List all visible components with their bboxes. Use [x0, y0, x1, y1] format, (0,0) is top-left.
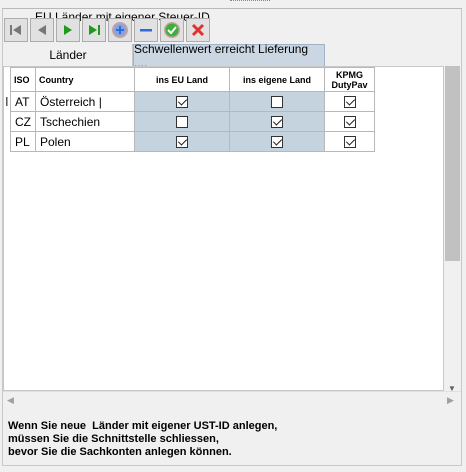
note-line-2: müssen Sie die Schnittstelle schliessen, [8, 433, 219, 445]
checkbox-kpmg[interactable] [343, 115, 356, 128]
header-kpmg-line1: KPMG [336, 69, 363, 80]
cell-ins-eigene-land[interactable] [229, 111, 325, 132]
insert-record-button[interactable] [108, 18, 132, 42]
countries-table: ISO Country ins EU Land ins eigene Land … [10, 67, 375, 152]
checkbox-kpmg[interactable] [343, 95, 356, 108]
cell-kpmg[interactable] [324, 111, 375, 132]
note-line-1: Wenn Sie neue Länder mit eigener UST-ID … [8, 420, 278, 432]
header-ins-eigene-land[interactable]: ins eigene Land [229, 67, 325, 92]
window-grip [230, 0, 270, 4]
cell-country-text: Österreich [40, 94, 96, 109]
table-row[interactable]: CZ Tschechien [10, 111, 375, 132]
check-icon [164, 22, 180, 38]
checkbox-ins-eu-land[interactable] [176, 95, 188, 108]
cell-ins-eu-land[interactable] [134, 131, 230, 152]
last-record-button[interactable] [82, 18, 106, 42]
cell-ins-eu-land[interactable] [134, 111, 230, 132]
header-kpmg-line2: DutyPav [331, 79, 368, 90]
last-icon [89, 25, 100, 35]
cancel-record-button[interactable] [186, 18, 210, 42]
navigator-toolbar [4, 18, 210, 44]
scroll-right-icon[interactable]: ▶ [447, 395, 454, 406]
post-record-button[interactable] [160, 18, 184, 42]
table-row[interactable]: PL Polen [10, 131, 375, 152]
cell-kpmg[interactable] [324, 131, 375, 152]
vertical-scrollbar[interactable]: ▼ [444, 66, 461, 393]
header-ins-eu-land[interactable]: ins EU Land [134, 67, 230, 92]
checkbox-ins-eigene-land[interactable] [271, 115, 283, 128]
info-note: Wenn Sie neue Länder mit eigener UST-ID … [8, 420, 277, 459]
header-kpmg[interactable]: KPMG DutyPav [324, 67, 375, 92]
first-icon [10, 25, 21, 35]
note-line-3: bevor Sie die Sachkonten anlegen können. [8, 446, 232, 458]
tab-schwellenwert[interactable]: Schwellenwert erreicht Lieferung .... [133, 42, 325, 70]
delete-record-button[interactable] [134, 18, 158, 42]
next-record-button[interactable] [56, 18, 80, 42]
minus-icon [140, 29, 152, 32]
cell-country[interactable]: Tschechien [35, 111, 135, 132]
text-caret: | [98, 94, 102, 109]
header-country[interactable]: Country [35, 67, 135, 92]
table-row[interactable]: AT Österreich | [10, 91, 375, 112]
cell-ins-eigene-land[interactable] [229, 131, 325, 152]
cell-country[interactable]: Österreich | [35, 91, 135, 112]
cell-ins-eu-land[interactable] [134, 91, 230, 112]
current-row-indicator: I [5, 94, 9, 109]
cell-country[interactable]: Polen [35, 131, 135, 152]
tab-laender[interactable]: Länder [4, 44, 133, 66]
data-grid[interactable]: I ISO Country ins EU Land ins eigene Lan… [3, 66, 444, 391]
checkbox-ins-eigene-land[interactable] [271, 135, 283, 148]
prior-icon [38, 25, 46, 35]
horizontal-scrollbar[interactable]: ◀ ▶ [3, 391, 461, 409]
scroll-left-icon[interactable]: ◀ [7, 395, 14, 406]
checkbox-ins-eu-land[interactable] [176, 135, 188, 148]
checkbox-ins-eu-land[interactable] [176, 115, 188, 128]
prior-record-button[interactable] [30, 18, 54, 42]
cell-iso[interactable]: CZ [10, 111, 36, 132]
table-header-row: ISO Country ins EU Land ins eigene Land … [10, 67, 375, 92]
first-record-button[interactable] [4, 18, 28, 42]
cell-iso[interactable]: AT [10, 91, 36, 112]
cell-kpmg[interactable] [324, 91, 375, 112]
cell-ins-eigene-land[interactable] [229, 91, 325, 112]
header-iso[interactable]: ISO [10, 67, 36, 92]
x-icon [191, 23, 205, 37]
tab-strip: Länder Schwellenwert erreicht Lieferung … [4, 42, 325, 70]
vertical-scroll-thumb[interactable] [445, 66, 460, 261]
checkbox-kpmg[interactable] [343, 135, 356, 148]
checkbox-ins-eigene-land[interactable] [271, 95, 283, 108]
plus-icon [112, 22, 128, 38]
next-icon [64, 25, 72, 35]
cell-iso[interactable]: PL [10, 131, 36, 152]
